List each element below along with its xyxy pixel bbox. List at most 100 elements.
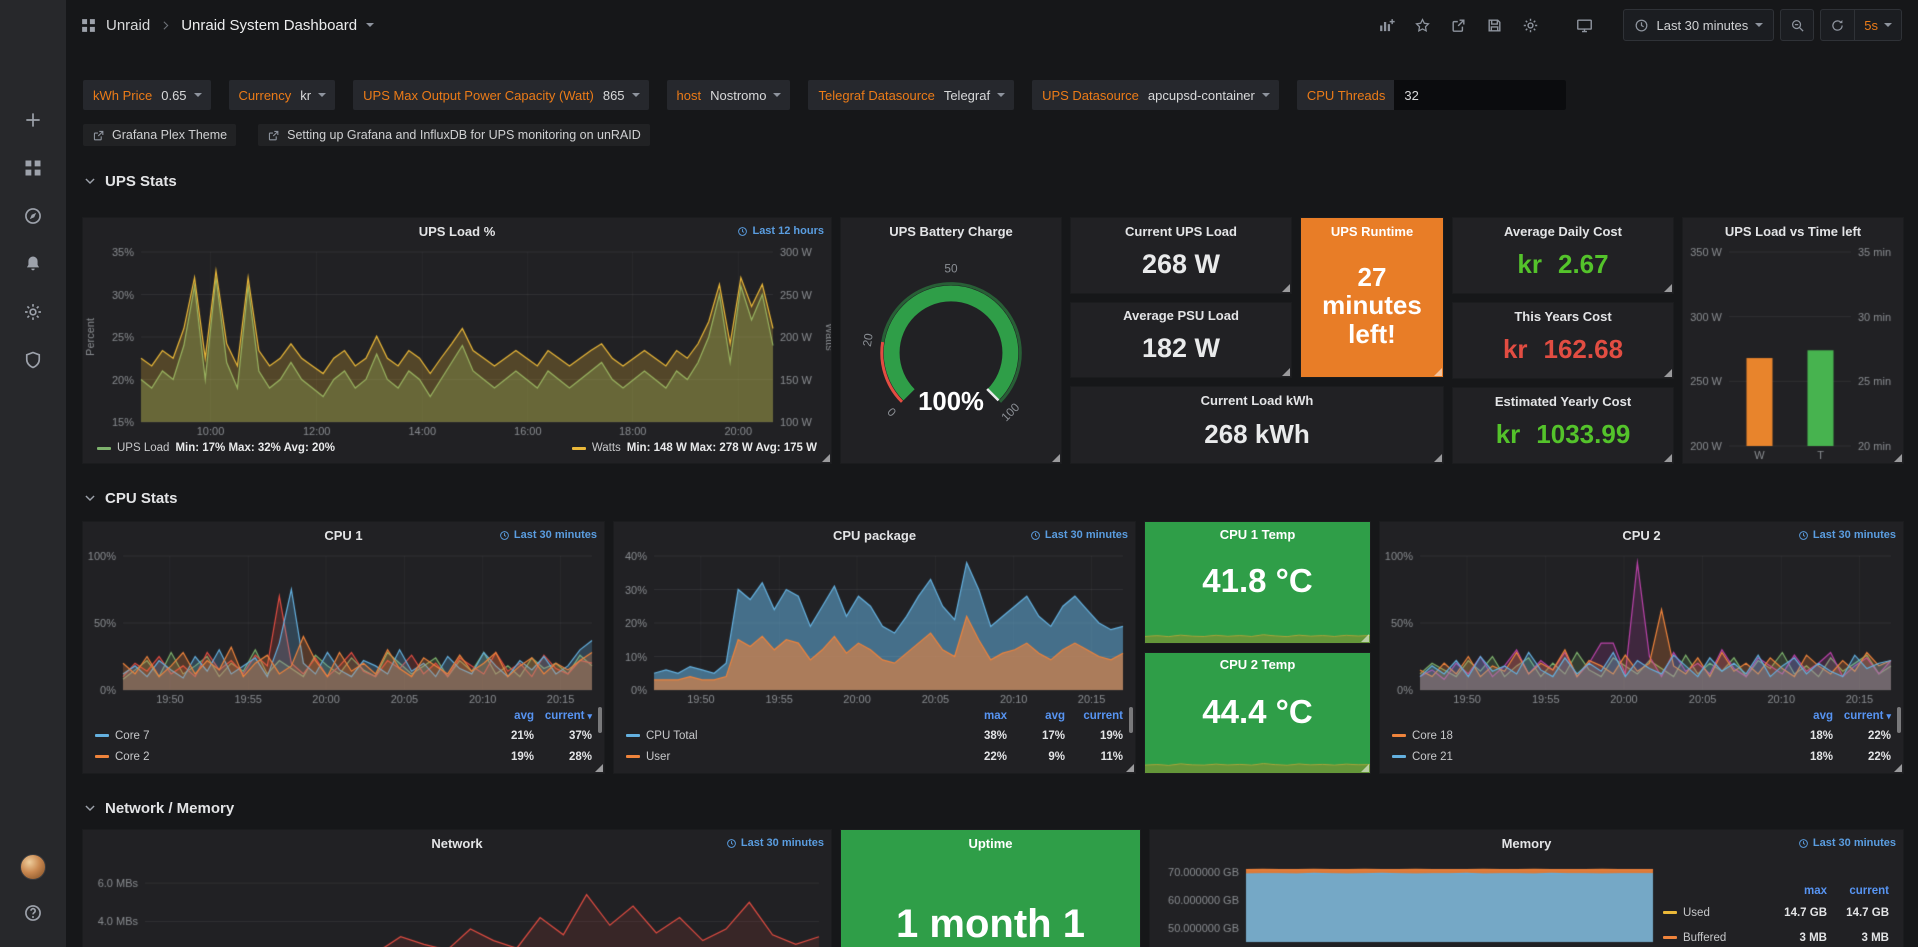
create-icon[interactable] xyxy=(0,96,66,144)
panel-title[interactable]: Current Load kWh xyxy=(1071,387,1443,413)
variable-value[interactable]: 865 xyxy=(603,88,649,103)
panel-title[interactable]: UPS Runtime xyxy=(1301,218,1443,244)
variable-label: UPS Datasource xyxy=(1032,88,1148,103)
panel-title[interactable]: CPU 1 Temp xyxy=(1145,522,1370,546)
help-icon[interactable] xyxy=(0,893,66,933)
server-admin-icon[interactable] xyxy=(0,336,66,384)
refresh-button[interactable] xyxy=(1821,10,1854,40)
legend-row-core2[interactable]: Core 2 19% 28% xyxy=(95,746,592,767)
legend-row-used[interactable]: Used 14.7 GB 14.7 GB xyxy=(1663,900,1889,925)
cpu-threads-input[interactable] xyxy=(1394,80,1566,110)
dashboard-link-ups-guide[interactable]: Setting up Grafana and InfluxDB for UPS … xyxy=(258,124,650,146)
add-panel-button[interactable] xyxy=(1371,10,1401,40)
explore-icon[interactable] xyxy=(0,192,66,240)
save-button[interactable] xyxy=(1479,10,1509,40)
memory-chart[interactable] xyxy=(1150,856,1663,947)
panel-title[interactable]: CPU 2 Temp xyxy=(1145,653,1370,677)
panel-title[interactable]: Current UPS Load xyxy=(1071,218,1291,244)
legend-scrollbar[interactable] xyxy=(1897,707,1901,733)
legend-sort-current[interactable]: current▾ xyxy=(534,710,592,722)
variable-value[interactable]: apcupsd-container xyxy=(1148,88,1279,103)
panel-cpu2-temp: CPU 2 Temp 44.4 °C xyxy=(1145,653,1370,774)
load-vs-time-chart[interactable] xyxy=(1683,244,1903,463)
panel-title[interactable]: Average PSU Load xyxy=(1071,303,1291,329)
variable-telegraf-datasource[interactable]: Telegraf Datasource Telegraf xyxy=(808,80,1014,110)
legend-sort-max[interactable]: max xyxy=(949,710,1007,722)
panel-uptime: Uptime 1 month 1 xyxy=(841,830,1140,947)
legend-scrollbar[interactable] xyxy=(1129,707,1133,733)
breadcrumb-root[interactable]: Unraid xyxy=(106,17,150,34)
caret-down-icon[interactable] xyxy=(366,23,374,27)
panel-title[interactable]: UPS Load % xyxy=(83,218,831,244)
legend-row-buffered[interactable]: Buffered 3 MB 3 MB xyxy=(1663,925,1889,947)
panel-title[interactable]: This Years Cost xyxy=(1453,303,1673,329)
grafana-logo[interactable] xyxy=(0,0,66,48)
ups-load-chart[interactable] xyxy=(83,244,831,439)
legend-sort-current[interactable]: current▾ xyxy=(1833,710,1891,722)
legend-row-core21[interactable]: Core 21 18% 22% xyxy=(1392,746,1891,767)
legend-sort-avg[interactable]: avg xyxy=(476,710,534,722)
variable-host[interactable]: host Nostromo xyxy=(667,80,791,110)
refresh-button-group: 5s xyxy=(1820,9,1902,41)
gauge-value: 100% xyxy=(918,388,984,416)
legend-sort-current[interactable]: current xyxy=(1065,710,1123,722)
legend-scrollbar[interactable] xyxy=(598,707,602,733)
cpu1-chart[interactable] xyxy=(83,548,604,707)
grafana-app: Unraid Unraid System Dashboard Last 30 m… xyxy=(0,0,1918,947)
panel-title[interactable]: UPS Load vs Time left xyxy=(1683,218,1903,244)
variable-ups-datasource[interactable]: UPS Datasource apcupsd-container xyxy=(1032,80,1279,110)
legend-sort-avg[interactable]: avg xyxy=(1007,710,1065,722)
configuration-icon[interactable] xyxy=(0,288,66,336)
panel-ups-load-vs-time-left: UPS Load vs Time left xyxy=(1683,218,1903,463)
section-cpu-stats[interactable]: CPU Stats xyxy=(83,483,1903,513)
legend-row-core18[interactable]: Core 18 18% 22% xyxy=(1392,725,1891,746)
zoom-out-icon xyxy=(1790,18,1805,33)
dashboards-breadcrumb-icon[interactable] xyxy=(80,17,97,34)
time-range-picker[interactable]: Last 30 minutes xyxy=(1623,9,1774,41)
cycle-view-button[interactable] xyxy=(1569,10,1599,40)
network-chart[interactable] xyxy=(83,856,831,947)
variable-value[interactable]: Nostromo xyxy=(710,88,790,103)
legend-row-user[interactable]: User 22% 9% 11% xyxy=(626,746,1123,767)
legend-item-watts[interactable]: Watts Min: 148 W Max: 278 W Avg: 175 W xyxy=(572,442,817,454)
variable-value[interactable]: Telegraf xyxy=(944,88,1014,103)
legend-sort-avg[interactable]: avg xyxy=(1775,710,1833,722)
panel-title[interactable]: Memory xyxy=(1150,830,1903,856)
stat-value: 27 minutes left! xyxy=(1301,244,1443,377)
share-button[interactable] xyxy=(1443,10,1473,40)
user-avatar[interactable] xyxy=(0,847,66,887)
cpu2-temp-sparkline xyxy=(1145,747,1370,773)
panel-title[interactable]: Network xyxy=(83,830,831,856)
alerting-icon[interactable] xyxy=(0,240,66,288)
section-ups-stats[interactable]: UPS Stats xyxy=(83,166,1903,196)
legend-row-cpu-total[interactable]: CPU Total 38% 17% 19% xyxy=(626,725,1123,746)
zoom-out-button[interactable] xyxy=(1780,9,1814,41)
variable-value[interactable]: kr xyxy=(300,88,335,103)
gauge-tick: 50 xyxy=(944,262,958,276)
panel-title[interactable]: UPS Battery Charge xyxy=(841,218,1061,244)
dashboard-link-plex-theme[interactable]: Grafana Plex Theme xyxy=(83,124,236,146)
caret-down-icon xyxy=(194,93,202,97)
refresh-interval-picker[interactable]: 5s xyxy=(1854,10,1901,40)
dashboards-icon[interactable] xyxy=(0,144,66,192)
star-button[interactable] xyxy=(1407,10,1437,40)
legend-sort-current[interactable]: current xyxy=(1827,885,1889,897)
caret-down-icon xyxy=(997,93,1005,97)
cpu2-chart[interactable] xyxy=(1380,548,1903,707)
cost-panels: Average Daily Cost kr2.67 This Years Cos… xyxy=(1453,218,1673,463)
variable-kwh-price[interactable]: kWh Price 0.65 xyxy=(83,80,211,110)
dashboard-title[interactable]: Unraid System Dashboard xyxy=(181,17,357,34)
variable-value[interactable]: 0.65 xyxy=(161,88,210,103)
clock-icon xyxy=(1798,530,1809,541)
panel-title[interactable]: Uptime xyxy=(841,830,1140,856)
variable-ups-max-power[interactable]: UPS Max Output Power Capacity (Watt) 865 xyxy=(353,80,648,110)
cpu-package-chart[interactable] xyxy=(614,548,1135,707)
legend-sort-max[interactable]: max xyxy=(1765,885,1827,897)
legend-row-core7[interactable]: Core 7 21% 37% xyxy=(95,725,592,746)
section-network-memory[interactable]: Network / Memory xyxy=(83,793,1903,823)
legend-item-ups-load[interactable]: UPS Load Min: 17% Max: 32% Avg: 20% xyxy=(97,442,335,454)
panel-title[interactable]: Estimated Yearly Cost xyxy=(1453,388,1673,414)
variable-currency[interactable]: Currency kr xyxy=(229,80,336,110)
panel-title[interactable]: Average Daily Cost xyxy=(1453,218,1673,244)
dashboard-settings-button[interactable] xyxy=(1515,10,1545,40)
